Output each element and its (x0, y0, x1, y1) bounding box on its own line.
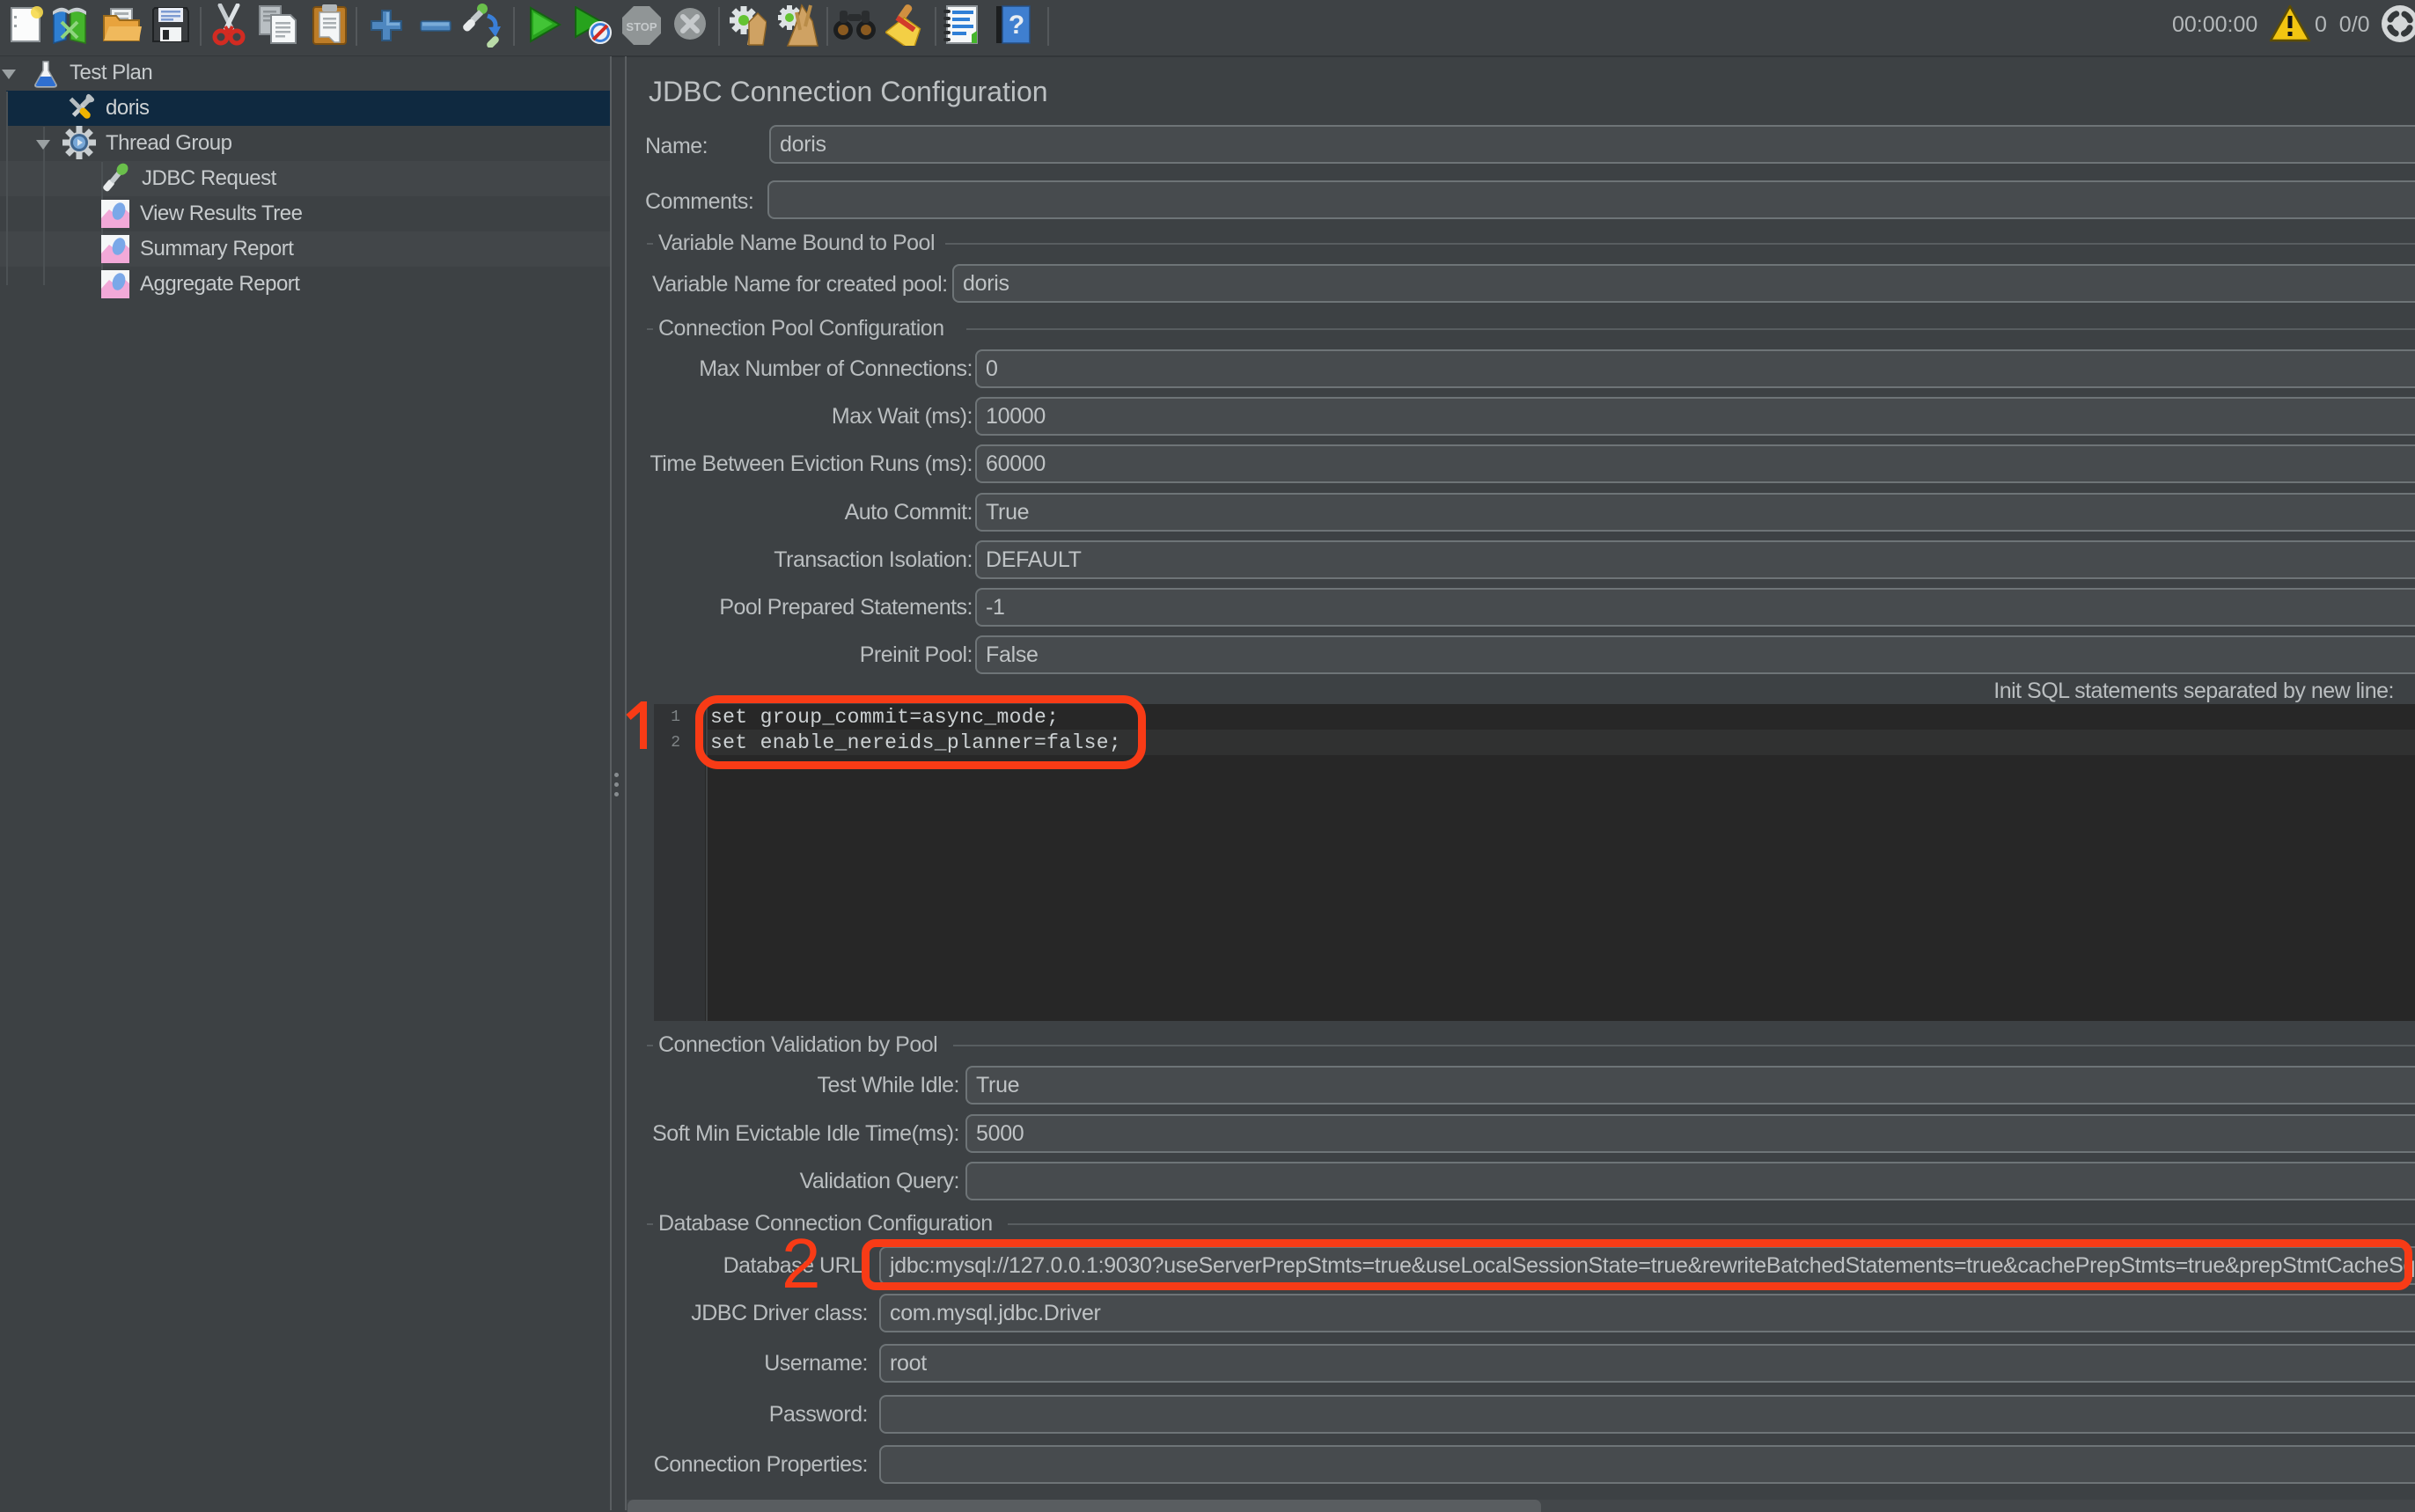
svg-text:?: ? (1009, 11, 1024, 40)
svg-text:STOP: STOP (626, 20, 657, 33)
